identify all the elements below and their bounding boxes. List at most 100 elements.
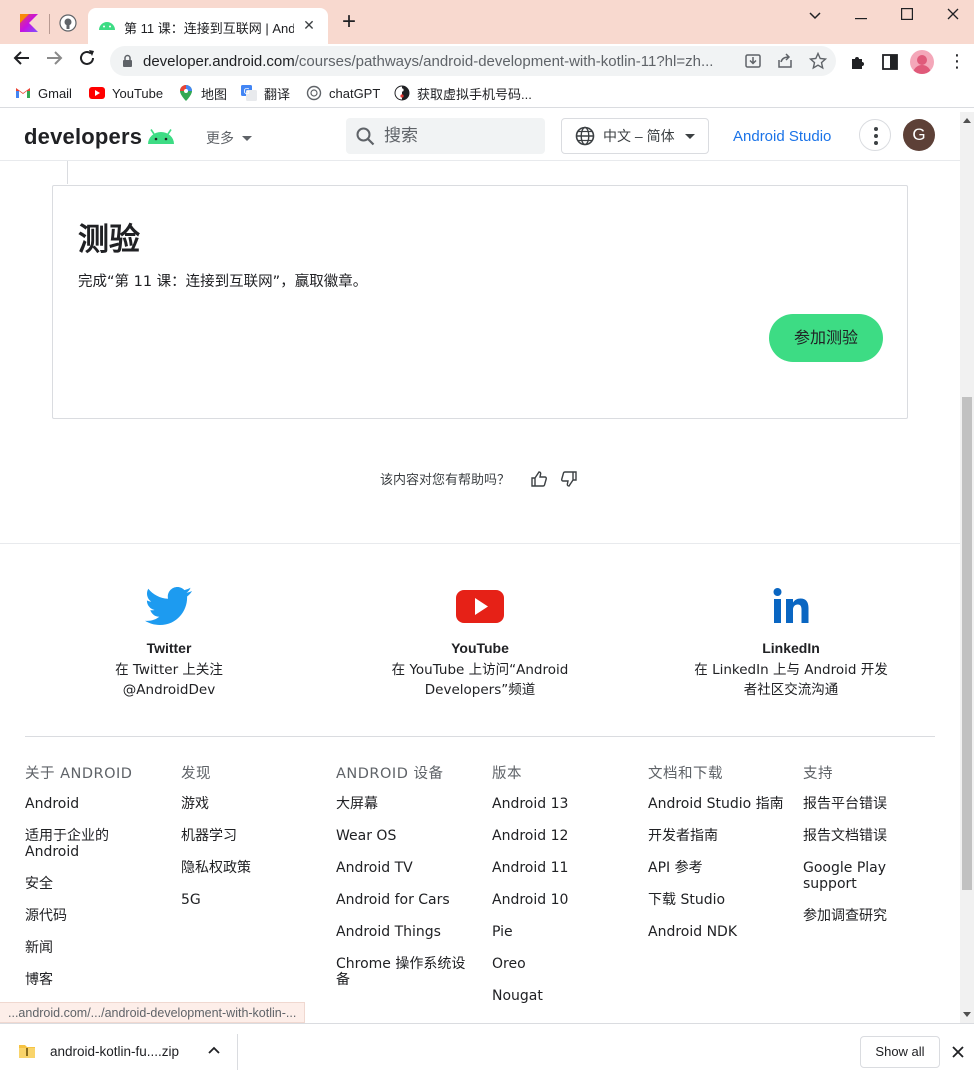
twitter-icon	[145, 587, 192, 625]
bookmark-maps[interactable]: 地图	[178, 84, 227, 102]
footer-link[interactable]: 5G	[181, 892, 331, 908]
footer-link[interactable]: Android TV	[336, 860, 486, 876]
footer-link[interactable]: Pie	[492, 924, 642, 940]
footer-link[interactable]: Nougat	[492, 988, 642, 1004]
github-tab[interactable]	[57, 12, 79, 34]
quiz-title: 测验	[78, 222, 140, 258]
chevron-up-icon[interactable]	[208, 1046, 220, 1054]
scroll-down-icon[interactable]	[963, 1012, 971, 1017]
developers-logo[interactable]: developers	[24, 124, 175, 150]
bookmark-translate[interactable]: G 翻译	[241, 84, 290, 102]
android-studio-link[interactable]: Android Studio	[733, 128, 831, 145]
download-filename: android-kotlin-fu....zip	[50, 1043, 180, 1059]
search-input[interactable]	[384, 124, 534, 148]
thumb-up-icon[interactable]	[530, 470, 548, 488]
active-tab[interactable]: 第 11 课：连接到互联网 | Android ✕	[88, 8, 328, 44]
footer-link[interactable]: Android for Cars	[336, 892, 486, 908]
footer-link[interactable]: Android 12	[492, 828, 642, 844]
site-search[interactable]	[346, 118, 545, 154]
footer-link[interactable]: Android NDK	[648, 924, 798, 940]
android-logo-icon	[148, 129, 175, 144]
show-all-downloads-button[interactable]: Show all	[860, 1036, 940, 1068]
tab-search-icon[interactable]	[800, 4, 830, 28]
quiz-description: 完成“第 11 课：连接到互联网”，赢取徽章。	[78, 274, 368, 290]
user-avatar[interactable]: G	[903, 119, 935, 151]
forward-icon[interactable]	[42, 49, 66, 73]
bookmark-label: chatGPT	[329, 85, 381, 101]
footer-link[interactable]: 安全	[25, 876, 175, 892]
footer-link[interactable]: 新闻	[25, 940, 175, 956]
social-desc-line: 在 LinkedIn 上与 Android 开发	[694, 662, 888, 678]
chrome-profile-avatar[interactable]	[910, 50, 934, 74]
footer-link[interactable]: 源代码	[25, 908, 175, 924]
social-youtube[interactable]: YouTube 在 YouTube 上访问“Android Developers…	[360, 584, 600, 700]
maximize-icon[interactable]	[892, 4, 922, 28]
more-menu-button[interactable]: 更多	[206, 128, 252, 148]
social-desc-line: 者社区交流沟通	[743, 682, 839, 698]
bookmark-star-icon[interactable]	[809, 52, 827, 70]
site-menu-icon[interactable]	[859, 119, 891, 151]
window-close-icon[interactable]	[938, 4, 968, 28]
lock-icon	[123, 54, 132, 67]
footer-link[interactable]: API 参考	[648, 860, 798, 876]
footer-link[interactable]: Android 11	[492, 860, 642, 876]
scroll-up-icon[interactable]	[963, 118, 971, 123]
logo-text: developers	[24, 124, 143, 149]
tab-separator	[49, 14, 50, 34]
github-icon	[59, 14, 77, 32]
bookmark-youtube[interactable]: YouTube	[89, 84, 163, 102]
kotlin-tab[interactable]	[18, 12, 40, 34]
url-path: /courses/pathways/android-development-wi…	[294, 53, 714, 70]
install-app-icon[interactable]	[744, 52, 762, 70]
back-icon[interactable]	[10, 49, 34, 73]
bookmark-label: 地图	[201, 86, 228, 102]
footer-link[interactable]: 适用于企业的 Android	[25, 828, 125, 860]
language-selector[interactable]: 中文 – 简体	[561, 118, 709, 154]
side-panel-icon[interactable]	[880, 52, 900, 72]
extensions-icon[interactable]	[848, 52, 868, 72]
scrollbar-thumb[interactable]	[962, 397, 972, 890]
footer-link[interactable]: 大屏幕	[336, 796, 486, 812]
take-quiz-button[interactable]: 参加测验	[769, 314, 883, 362]
social-twitter[interactable]: Twitter 在 Twitter 上关注 @AndroidDev	[49, 584, 289, 700]
footer-link[interactable]: Android 13	[492, 796, 642, 812]
footer-col-heading: ANDROID 设备	[336, 766, 444, 782]
close-downloads-icon[interactable]	[948, 1042, 968, 1063]
footer-link[interactable]: 开发者指南	[648, 828, 798, 844]
footer-link[interactable]: 报告文档错误	[803, 828, 953, 844]
footer-link[interactable]: 机器学习	[181, 828, 331, 844]
address-bar[interactable]: developer.android.com/courses/pathways/a…	[110, 46, 836, 76]
social-linkedin[interactable]: LinkedIn 在 LinkedIn 上与 Android 开发 者社区交流沟…	[671, 584, 911, 700]
footer-link[interactable]: Android Things	[336, 924, 486, 940]
reload-icon[interactable]	[75, 49, 99, 73]
footer-link[interactable]: 游戏	[181, 796, 331, 812]
share-icon[interactable]	[776, 52, 794, 70]
footer-col-heading: 文档和下载	[648, 766, 723, 782]
bookmark-chatgpt[interactable]: chatGPT	[306, 84, 380, 102]
new-tab-icon[interactable]: +	[338, 10, 360, 34]
footer-link[interactable]: 报告平台错误	[803, 796, 953, 812]
link-status-bubble: ...android.com/.../android-development-w…	[0, 1002, 306, 1023]
footer-link[interactable]: 博客	[25, 972, 175, 988]
bookmark-label: YouTube	[112, 85, 164, 101]
footer-link[interactable]: Oreo	[492, 956, 642, 972]
bookmark-gmail[interactable]: Gmail	[15, 84, 72, 102]
links-divider	[25, 736, 935, 737]
footer-link[interactable]: Wear OS	[336, 828, 486, 844]
footer-link[interactable]: Android	[25, 796, 175, 812]
minimize-icon[interactable]	[846, 4, 876, 28]
page-scrollbar[interactable]	[960, 112, 974, 1023]
thumb-down-icon[interactable]	[560, 470, 578, 488]
chrome-menu-icon[interactable]: ⋮	[948, 50, 966, 74]
footer-link[interactable]: Android 10	[492, 892, 642, 908]
feedback-widget: 该内容对您有帮助吗？	[380, 469, 578, 488]
bookmark-virtual-number[interactable]: 获取虚拟手机号码...	[394, 84, 532, 102]
footer-link[interactable]: 隐私权政策	[181, 860, 331, 876]
footer-link[interactable]: Android Studio 指南	[648, 796, 798, 812]
footer-link[interactable]: Chrome 操作系统设备	[336, 956, 471, 988]
footer-link[interactable]: Google Play support	[803, 860, 903, 892]
footer-link[interactable]: 下载 Studio	[648, 892, 798, 908]
tab-close-icon[interactable]: ✕	[300, 16, 318, 34]
footer-link[interactable]: 参加调查研究	[803, 908, 953, 924]
download-item[interactable]: android-kotlin-fu....zip	[18, 1043, 179, 1059]
